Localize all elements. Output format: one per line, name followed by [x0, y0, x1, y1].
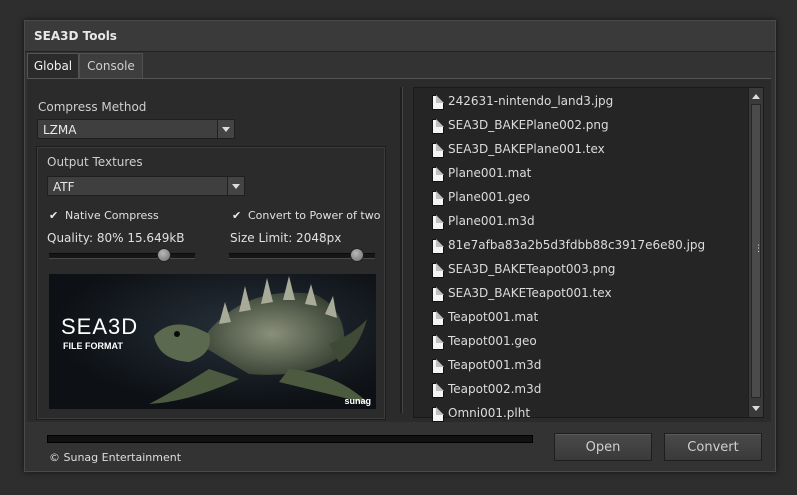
file-icon: [432, 263, 444, 278]
file-list-scrollbar[interactable]: ⋮: [748, 88, 763, 417]
tab-global[interactable]: Global: [27, 53, 79, 78]
native-compress-checkbox[interactable]: ✔: [49, 210, 59, 221]
chevron-down-icon: [217, 120, 234, 138]
file-icon: [432, 143, 444, 158]
file-icon: [432, 287, 444, 302]
file-icon: [432, 311, 444, 326]
open-button[interactable]: Open: [554, 433, 652, 461]
panel-divider[interactable]: [400, 87, 403, 413]
progress-bar: [47, 435, 533, 443]
title-bar[interactable]: SEA3D Tools: [25, 21, 775, 52]
copyright-text: © Sunag Entertainment: [49, 451, 182, 464]
file-icon: [432, 191, 444, 206]
file-name: SEA3D_BAKETeapot001.tex: [448, 286, 612, 300]
global-panel: Compress Method LZMA Output Textures ATF…: [27, 78, 771, 422]
file-icon: [432, 359, 444, 374]
convert-button[interactable]: Convert: [664, 433, 762, 461]
file-name: Teapot002.m3d: [448, 382, 542, 396]
file-icon: [432, 407, 444, 422]
compress-method-label: Compress Method: [38, 100, 147, 114]
size-limit-label: Size Limit: 2048px: [230, 231, 342, 245]
chevron-down-icon: [227, 177, 244, 195]
banner-title: SEA3D: [61, 314, 139, 339]
output-textures-label: Output Textures: [47, 155, 143, 169]
banner-corner-text: sunag: [344, 396, 371, 406]
file-name: Plane001.m3d: [448, 214, 535, 228]
power-of-two-checkbox[interactable]: ✔: [232, 210, 242, 221]
compress-method-value: LZMA: [43, 123, 77, 137]
file-icon: [432, 95, 444, 110]
quality-label: Quality: 80% 15.649kB: [47, 231, 185, 245]
file-name: Teapot001.m3d: [448, 358, 542, 372]
file-name: Plane001.mat: [448, 166, 532, 180]
file-name: 242631-nintendo_land3.jpg: [448, 94, 614, 108]
file-name: Plane001.geo: [448, 190, 530, 204]
file-icon: [432, 239, 444, 254]
file-name: Teapot001.geo: [448, 334, 537, 348]
file-icon: [432, 383, 444, 398]
size-limit-slider-handle[interactable]: [350, 248, 364, 262]
quality-slider-handle[interactable]: [157, 248, 172, 262]
scroll-up-icon[interactable]: [751, 91, 761, 101]
file-name: Omni001.plht: [448, 406, 531, 420]
scroll-down-icon[interactable]: [751, 404, 761, 414]
file-name: SEA3D_BAKEPlane002.png: [448, 118, 609, 132]
banner-subtitle: FILE FORMAT: [63, 341, 123, 351]
window-title: SEA3D Tools: [34, 29, 117, 43]
quality-slider-track[interactable]: [49, 253, 195, 259]
compress-method-select[interactable]: LZMA: [37, 119, 235, 139]
file-list[interactable]: 242631-nintendo_land3.jpg SEA3D_BAKEPlane…: [413, 87, 764, 422]
texture-format-select[interactable]: ATF: [47, 176, 245, 196]
power-of-two-label: Convert to Power of two: [248, 209, 381, 222]
scrollbar-thumb[interactable]: ⋮: [751, 104, 763, 398]
file-icon: [432, 215, 444, 230]
sea3d-tools-window: SEA3D Tools Global Console Compress Meth…: [24, 20, 776, 472]
texture-format-value: ATF: [53, 180, 75, 194]
output-textures-group: Output Textures ATF ✔ Native Compress ✔ …: [36, 146, 386, 420]
file-name: Teapot001.mat: [448, 310, 539, 324]
footer-bar: © Sunag Entertainment Open Convert: [25, 422, 775, 471]
grip-icon: ⋮: [754, 244, 763, 254]
tab-console[interactable]: Console: [79, 53, 143, 78]
sea3d-banner-image: SEA3D FILE FORMAT sunag: [49, 274, 376, 409]
file-name: SEA3D_BAKEPlane001.tex: [448, 142, 605, 156]
file-icon: [432, 335, 444, 350]
file-name: SEA3D_BAKETeapot003.png: [448, 262, 616, 276]
file-icon: [432, 167, 444, 182]
native-compress-label: Native Compress: [65, 209, 159, 222]
file-icon: [432, 119, 444, 134]
file-name: 81e7afba83a2b5d3fdbb88c3917e6e80.jpg: [448, 238, 706, 252]
